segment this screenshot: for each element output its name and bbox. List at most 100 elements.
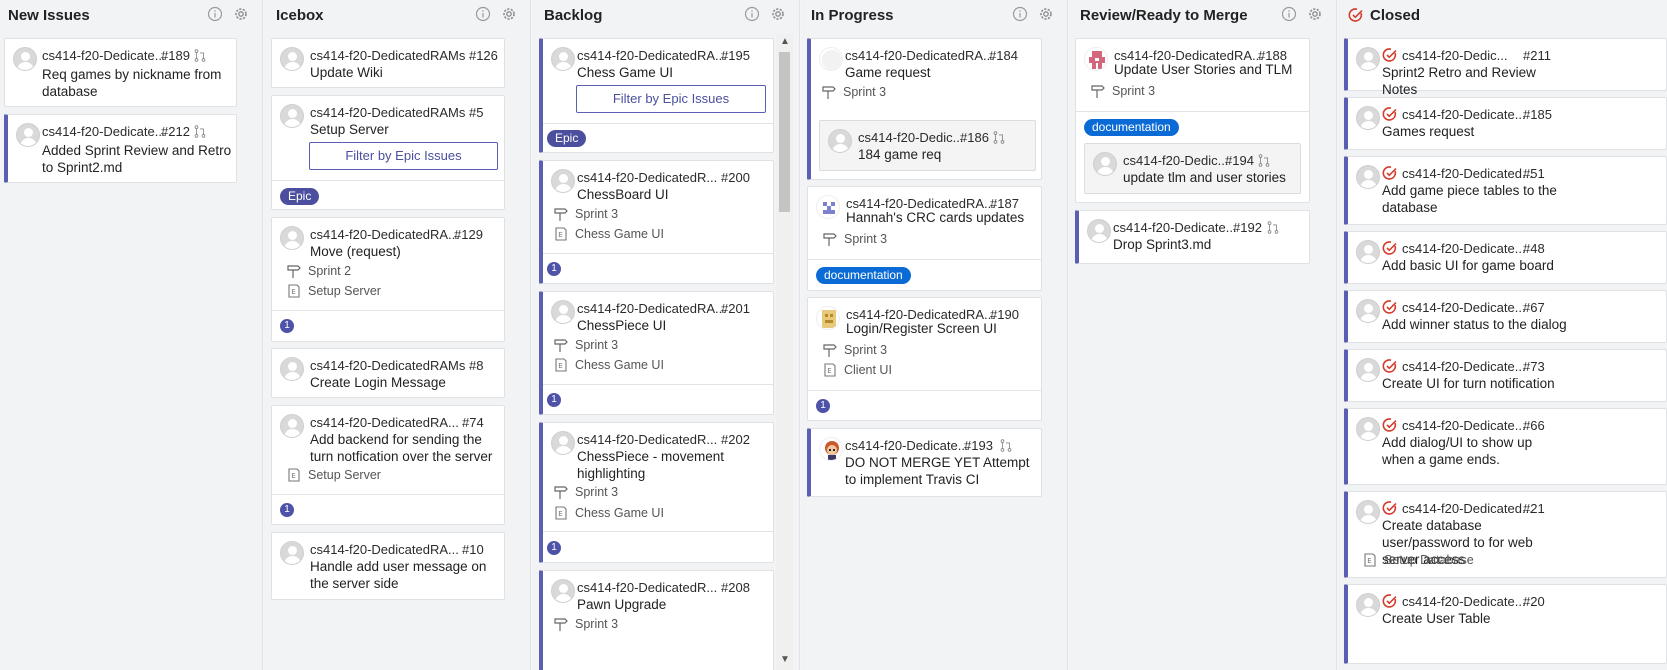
gear-icon[interactable] bbox=[1306, 5, 1324, 23]
closed-issue-card[interactable]: cs414-f20-Dedicate... #66 Add dialog/UI to… bbox=[1344, 408, 1667, 485]
parent-epic[interactable]: Chess Game UI bbox=[553, 505, 664, 521]
issue-title[interactable]: Create Login Message bbox=[310, 374, 500, 391]
issue-card[interactable]: cs414-f20-DedicatedRA... #187 Hannah's C… bbox=[807, 186, 1042, 291]
scrollbar-thumb[interactable] bbox=[779, 52, 790, 212]
epic-count-badge: 1 bbox=[280, 319, 294, 333]
issue-title[interactable]: Login/Register Screen UI bbox=[846, 320, 1041, 337]
issue-card[interactable]: cs414-f20-DedicatedRA... #188 Update Use… bbox=[1075, 38, 1310, 203]
epic-badge[interactable]: Epic bbox=[280, 188, 320, 205]
gear-icon[interactable] bbox=[769, 5, 787, 23]
gear-icon[interactable] bbox=[1037, 5, 1055, 23]
issue-card[interactable]: cs414-f20-DedicatedR... #202 ChessPiece … bbox=[539, 422, 774, 563]
milestone[interactable]: Sprint 3 bbox=[553, 484, 618, 500]
closed-issue-card[interactable]: cs414-f20-Dedicate... #185 Games request bbox=[1344, 97, 1667, 150]
issue-card[interactable]: cs414-f20-Dedicate... #193 DO NOT MERGE … bbox=[807, 428, 1042, 497]
avatar bbox=[1356, 47, 1380, 71]
milestone-icon bbox=[821, 84, 837, 100]
info-icon[interactable] bbox=[1011, 5, 1029, 23]
issue-title[interactable]: Hannah's CRC cards updates bbox=[846, 209, 1041, 226]
issue-title[interactable]: ChessPiece UI bbox=[577, 317, 767, 334]
issue-card[interactable]: cs414-f20-DedicatedR... #200 ChessBoard … bbox=[539, 160, 774, 284]
issue-title[interactable]: Add dialog/UI to show up when a game end… bbox=[1382, 434, 1567, 468]
parent-epic[interactable]: Chess Game UI bbox=[553, 357, 664, 373]
issue-title[interactable]: ChessPiece - movement highlighting bbox=[577, 448, 747, 482]
milestone[interactable]: Sprint 2 bbox=[286, 263, 351, 279]
linked-pull-request[interactable]: cs414-f20-Dedic... #186 184 game req bbox=[819, 120, 1036, 171]
issue-card[interactable]: cs414-f20-Dedicate... #212 Added Sprint … bbox=[4, 114, 237, 183]
repo-name: cs414-f20-DedicatedR... bbox=[577, 580, 718, 595]
issue-card[interactable]: cs414-f20-DedicatedRA... #74 Add backend… bbox=[271, 405, 505, 525]
info-icon[interactable] bbox=[1280, 5, 1298, 23]
info-icon[interactable] bbox=[743, 5, 761, 23]
issue-card[interactable]: cs414-f20-DedicatedRAMs #8 Create Login … bbox=[271, 348, 505, 398]
closed-issue-card[interactable]: cs414-f20-Dedicate... #73 Create UI for tu… bbox=[1344, 349, 1667, 402]
issue-title[interactable]: Drop Sprint3.md bbox=[1113, 236, 1303, 253]
scroll-up-icon[interactable]: ▲ bbox=[780, 36, 790, 47]
parent-epic[interactable]: Client UI bbox=[822, 362, 892, 378]
issue-card[interactable]: cs414-f20-DedicatedR... #208 Pawn Upgrad… bbox=[539, 570, 774, 670]
issue-title[interactable]: update tlm and user stories bbox=[1123, 169, 1293, 186]
filter-by-epic-button[interactable]: Filter by Epic Issues bbox=[309, 142, 498, 170]
issue-title[interactable]: Add basic UI for game board bbox=[1382, 257, 1567, 274]
issue-title[interactable]: Chess Game UI bbox=[577, 64, 767, 81]
issue-title[interactable]: Create UI for turn notification bbox=[1382, 375, 1567, 392]
issue-card[interactable]: cs414-f20-DedicatedRA... #201 ChessPiece… bbox=[539, 291, 774, 415]
closed-issue-card[interactable]: cs414-f20-Dedicate... #20 Create User Tabl… bbox=[1344, 584, 1667, 664]
issue-title[interactable]: 184 game req bbox=[858, 146, 1028, 163]
issue-title[interactable]: Update Wiki bbox=[310, 64, 500, 81]
issue-title[interactable]: Handle add user message on the server si… bbox=[310, 558, 500, 592]
issue-card[interactable]: cs414-f20-Dedicate... #189 Req games by … bbox=[4, 38, 237, 107]
epic-card[interactable]: cs414-f20-DedicatedRA... #195 Chess Game… bbox=[539, 38, 774, 153]
closed-issue-card[interactable]: cs414-f20-Dedic... #211 Sprint2 Retro and … bbox=[1344, 38, 1667, 97]
issue-title[interactable]: Games request bbox=[1382, 123, 1567, 140]
issue-title[interactable]: Sprint2 Retro and Review Notes bbox=[1382, 64, 1567, 98]
issue-card[interactable]: cs414-f20-DedicatedRA... #10 Handle add … bbox=[271, 532, 505, 600]
closed-issue-card[interactable]: cs414-f20-Dedicate... #67 Add winner statu… bbox=[1344, 290, 1667, 343]
issue-title[interactable]: Req games by nickname from database bbox=[42, 66, 232, 100]
issue-title[interactable]: Setup Server bbox=[310, 121, 500, 138]
parent-epic[interactable]: Setup Server bbox=[286, 283, 381, 299]
avatar bbox=[280, 541, 304, 565]
issue-title[interactable]: Move (request) bbox=[310, 243, 500, 260]
parent-epic[interactable]: Setup Server bbox=[286, 467, 381, 483]
milestone[interactable]: Sprint 3 bbox=[553, 337, 618, 353]
milestone[interactable]: Sprint 3 bbox=[1090, 83, 1155, 99]
milestone[interactable]: Sprint 3 bbox=[822, 231, 887, 247]
issue-card[interactable]: cs414-f20-DedicatedRA... #190 Login/Regi… bbox=[807, 297, 1042, 421]
closed-issue-card[interactable]: cs414-f20-Dedicated... #51 Add game piece … bbox=[1344, 156, 1667, 225]
linked-pull-request[interactable]: cs414-f20-Dedic... #194 update tlm and u… bbox=[1084, 143, 1301, 194]
issue-card[interactable]: cs414-f20-DedicatedRA... #129 Move (requ… bbox=[271, 217, 505, 342]
documentation-label[interactable]: documentation bbox=[1084, 119, 1179, 136]
parent-epic[interactable]: Setup Database bbox=[1362, 552, 1474, 568]
milestone[interactable]: Sprint 3 bbox=[553, 616, 618, 632]
column-scrollbar[interactable]: ▲ ▼ bbox=[776, 34, 793, 670]
issue-title[interactable]: Add backend for sending the turn notfica… bbox=[310, 431, 502, 465]
parent-epic[interactable]: Chess Game UI bbox=[553, 226, 664, 242]
issue-card[interactable]: cs414-f20-DedicatedRA... #184 Game reque… bbox=[807, 38, 1042, 180]
milestone[interactable]: Sprint 3 bbox=[821, 84, 886, 100]
issue-title[interactable]: Added Sprint Review and Retro to Sprint2… bbox=[42, 142, 232, 176]
documentation-label[interactable]: documentation bbox=[816, 267, 911, 284]
milestone[interactable]: Sprint 3 bbox=[553, 206, 618, 222]
issue-title[interactable]: Add winner status to the dialog bbox=[1382, 316, 1567, 333]
info-icon[interactable] bbox=[206, 5, 224, 23]
scroll-down-icon[interactable]: ▼ bbox=[780, 654, 790, 665]
closed-issue-card[interactable]: cs414-f20-Dedicated... #21 Create database… bbox=[1344, 491, 1667, 578]
closed-issue-card[interactable]: cs414-f20-Dedicate... #48 Add basic UI for… bbox=[1344, 231, 1667, 284]
issue-title[interactable]: Pawn Upgrade bbox=[577, 596, 767, 613]
epic-badge[interactable]: Epic bbox=[547, 130, 587, 147]
issue-title[interactable]: ChessBoard UI bbox=[577, 186, 767, 203]
issue-card[interactable]: cs414-f20-DedicatedRAMs #126 Update Wiki bbox=[271, 38, 505, 88]
filter-by-epic-button[interactable]: Filter by Epic Issues bbox=[576, 85, 766, 113]
issue-title[interactable]: Update User Stories and TLM bbox=[1114, 61, 1309, 78]
milestone[interactable]: Sprint 3 bbox=[822, 342, 887, 358]
issue-title[interactable]: Game request bbox=[845, 64, 1035, 81]
gear-icon[interactable] bbox=[500, 5, 518, 23]
info-icon[interactable] bbox=[474, 5, 492, 23]
gear-icon[interactable] bbox=[232, 5, 250, 23]
issue-card[interactable]: cs414-f20-Dedicate... #192 Drop Sprint3.… bbox=[1075, 210, 1310, 264]
epic-card[interactable]: cs414-f20-DedicatedRAMs #5 Setup Server … bbox=[271, 95, 505, 210]
issue-title[interactable]: DO NOT MERGE YET Attempt to implement Tr… bbox=[845, 454, 1040, 488]
issue-title[interactable]: Create User Table bbox=[1382, 610, 1567, 627]
issue-title[interactable]: Add game piece tables to the database bbox=[1382, 182, 1567, 216]
